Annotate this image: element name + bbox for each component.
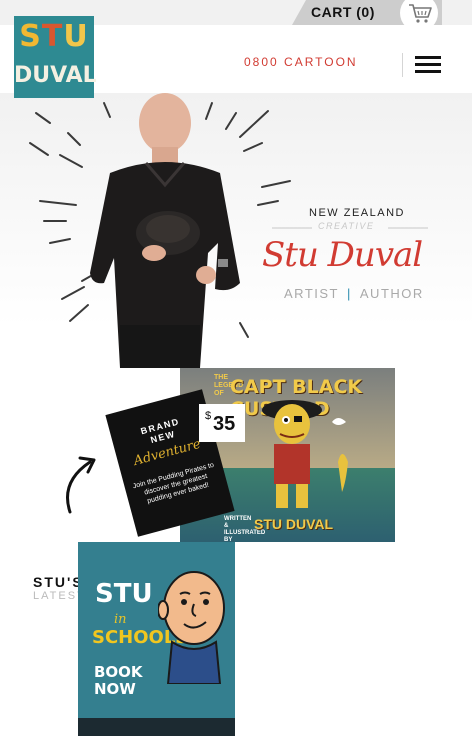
book-now-line2: NOW — [94, 680, 136, 698]
logo-letter-u: U — [63, 19, 89, 54]
hero-banner: NEW ZEALAND CREATIVE Stu Duval ARTIST | AU… — [0, 93, 472, 368]
schools-stu: STU — [95, 579, 153, 609]
hero-name-script: Stu Duval — [262, 235, 423, 275]
site-logo[interactable]: STU DUVAL — [14, 16, 97, 98]
hero-roles: ARTIST | AUTHOR — [284, 286, 424, 301]
logo-line1: STU — [14, 20, 94, 54]
book-now-button[interactable]: BOOK NOW — [94, 664, 143, 698]
logo-line2: DUVAL — [14, 63, 97, 88]
curved-arrow-icon — [66, 456, 96, 514]
hero-role-author: AUTHOR — [359, 286, 424, 301]
hero-country: NEW ZEALAND — [309, 207, 405, 219]
card-description: Join the Pudding Pirates to discover the… — [132, 461, 215, 506]
price-tag: $ 35 — [199, 404, 245, 442]
logo-letter-t: T — [41, 19, 64, 54]
hero-role-artist: ARTIST — [284, 286, 339, 301]
book-now-line1: BOOK — [94, 663, 143, 681]
logo-letter-s: S — [19, 19, 42, 54]
next-card-preview — [78, 718, 235, 736]
hamburger-menu-icon[interactable] — [415, 56, 443, 74]
promo-credit: STU DUVAL — [254, 516, 334, 532]
hero-role-separator: | — [347, 286, 352, 301]
stu-duval-portrait — [90, 93, 240, 368]
phone-link[interactable]: 0800 CARTOON — [244, 55, 358, 69]
latest-section-title: STU'S — [33, 574, 84, 590]
stu-in-schools-card[interactable]: STU in SCHOOLS BOOK NOW — [78, 542, 235, 718]
promo-credit-small: WRITTEN & ILLUSTRATED BY — [224, 516, 266, 542]
pirate-illustration — [262, 400, 348, 508]
header-divider — [402, 53, 403, 77]
shopping-cart-icon[interactable] — [407, 2, 433, 24]
hero-tagline: CREATIVE — [318, 221, 375, 231]
price-currency: $ — [205, 410, 212, 422]
cartoon-face-illustration — [158, 571, 225, 684]
price-value: 35 — [213, 413, 236, 435]
schools-in: in — [114, 612, 127, 627]
cart-button[interactable]: CART (0) — [311, 4, 375, 20]
